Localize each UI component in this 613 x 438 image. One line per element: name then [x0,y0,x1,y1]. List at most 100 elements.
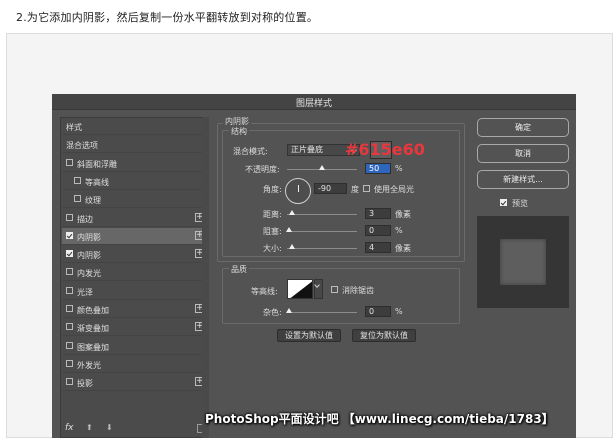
sidebar-item-label: 颜色叠加 [77,306,109,315]
reset-default-button[interactable]: 复位为默认值 [352,329,416,342]
global-light-checkbox[interactable] [363,185,370,192]
sidebar-item-label: 等高线 [85,177,109,187]
distance-input[interactable]: 3 [365,208,391,219]
sidebar-item[interactable]: 颜色叠加 + [62,301,208,318]
make-default-button[interactable]: 设置为默认值 [277,329,341,342]
watermark-text: PhotoShop平面设计吧 【www.linecg.com/tieba/178… [205,412,554,426]
styles-sidebar: 投影 + 外发光 图案叠加 渐变叠加 + 颜色叠加 + 光泽 内发光 内阴影 + 内阴影 + 描边 + 纹理 等高… [60,117,209,438]
fx-button[interactable]: fx [65,423,74,433]
choke-input[interactable]: 0 [365,225,391,236]
noise-slider[interactable] [286,308,357,313]
sidebar-item[interactable]: 内阴影 + [62,246,208,264]
noise-slider-knob[interactable] [286,308,292,313]
angle-unit: 度 [351,185,359,194]
sidebar-item-checkbox[interactable] [66,268,73,276]
quality-title: 品质 [229,264,249,275]
opacity-input[interactable]: 50 [365,163,391,174]
opacity-label: 不透明度: [245,165,280,174]
choke-slider-knob[interactable] [286,227,292,232]
contour-curve-icon [290,281,312,298]
sidebar-item[interactable]: 样式 [62,118,208,135]
opacity-unit: % [395,164,403,173]
style-preview [477,216,569,308]
inner-shadow-panel: 内阴影 结构 混合模式: 正片叠底 不透明度: 50 % 角度: -90 度 使… [217,116,467,438]
opacity-slider[interactable] [287,165,357,170]
noise-unit: % [395,307,403,316]
choke-label: 阻塞: [263,227,282,236]
instruction-text: 2.为它添加内阴影，然后复制一份水平翻转放到对称的位置。 [16,11,319,24]
sidebar-item-label: 投影 [77,379,93,389]
sidebar-scrollbar[interactable] [202,117,209,438]
sidebar-item-checkbox[interactable] [66,213,73,221]
angle-dial-needle [298,185,299,192]
sidebar-item-label: 内阴影 [77,232,101,242]
sidebar-item[interactable]: 光泽 [62,283,208,300]
preview-label: 预览 [512,199,528,208]
opacity-slider-knob[interactable] [319,165,325,170]
sidebar-item-label: 描边 [77,214,93,224]
size-input[interactable]: 4 [365,242,391,253]
sidebar-item-checkbox[interactable] [66,305,73,312]
sidebar-item[interactable]: 渐变叠加 + [62,319,208,337]
sidebar-item[interactable]: 内阴影 + [62,227,208,245]
sidebar-item-checkbox[interactable] [66,341,73,349]
contour-label: 等高线: [251,287,278,296]
choke-slider[interactable] [286,227,357,232]
choke-unit: % [395,226,403,235]
distance-slider[interactable] [287,210,357,215]
sidebar-item-checkbox[interactable] [74,195,81,203]
sidebar-item-label: 图案叠加 [77,342,109,352]
cancel-button[interactable]: 取消 [477,144,569,163]
sidebar-item[interactable]: 混合选项 [62,136,208,154]
size-slider-knob[interactable] [289,244,295,249]
sidebar-item-checkbox[interactable] [66,359,73,367]
sidebar-item-label: 光泽 [77,287,93,297]
sidebar-item-label: 混合选项 [66,141,98,151]
sidebar-item-label: 内阴影 [77,251,101,261]
sidebar-item[interactable]: 纹理 [62,191,208,209]
ok-button[interactable]: 确定 [477,118,569,137]
sidebar-item-label: 外发光 [77,360,101,370]
sidebar-item-label: 样式 [66,123,82,132]
noise-input[interactable]: 0 [365,306,391,317]
angle-input[interactable]: -90 [314,183,347,194]
contour-dropdown[interactable] [314,279,323,299]
color-hex-annotation: #615e60 [345,140,425,159]
sidebar-item-checkbox[interactable] [66,250,73,258]
global-light-label: 使用全局光 [374,185,414,194]
sidebar-item[interactable]: 投影 + [62,374,208,392]
sidebar-item-checkbox[interactable] [66,286,73,294]
sidebar-item[interactable]: 描边 + [62,210,208,227]
sidebar-item[interactable]: 图案叠加 [62,338,208,355]
move-down-icon[interactable]: ⬇ [106,423,113,432]
sidebar-item-checkbox[interactable] [66,158,73,166]
sidebar-item-label: 渐变叠加 [77,324,109,334]
sidebar-item[interactable]: 外发光 [62,356,208,373]
sidebar-item-checkbox[interactable] [66,231,73,239]
anti-alias-checkbox[interactable] [331,286,338,293]
sidebar-item[interactable]: 内发光 [62,264,208,282]
preview-checkbox[interactable] [500,199,507,206]
angle-label: 角度: [263,185,282,194]
size-label: 大小: [263,244,282,253]
sidebar-item-checkbox[interactable] [66,378,73,386]
blend-mode-label: 混合模式: [233,147,268,156]
distance-slider-knob[interactable] [289,210,295,215]
sidebar-toolbar: fx ⬆ ⬇ [61,421,208,437]
move-up-icon[interactable]: ⬆ [86,423,93,432]
sidebar-item-label: 纹理 [85,196,101,206]
sidebar-item[interactable]: 等高线 [62,173,208,190]
size-slider[interactable] [287,244,357,249]
angle-dial[interactable] [285,178,311,204]
sidebar-item[interactable]: 斜面和浮雕 [62,155,208,172]
sidebar-item-label: 斜面和浮雕 [77,159,117,169]
sidebar-item-checkbox[interactable] [74,176,81,184]
dialog-titlebar: 图层样式 [52,94,576,110]
structure-title: 结构 [229,126,249,137]
size-unit: 像素 [395,244,411,253]
sidebar-item-label: 内发光 [77,269,101,279]
new-style-button[interactable]: 新建样式... [477,170,569,189]
contour-picker[interactable] [287,279,313,299]
sidebar-item-checkbox[interactable] [66,323,73,331]
dialog-title: 图层样式 [295,99,332,109]
